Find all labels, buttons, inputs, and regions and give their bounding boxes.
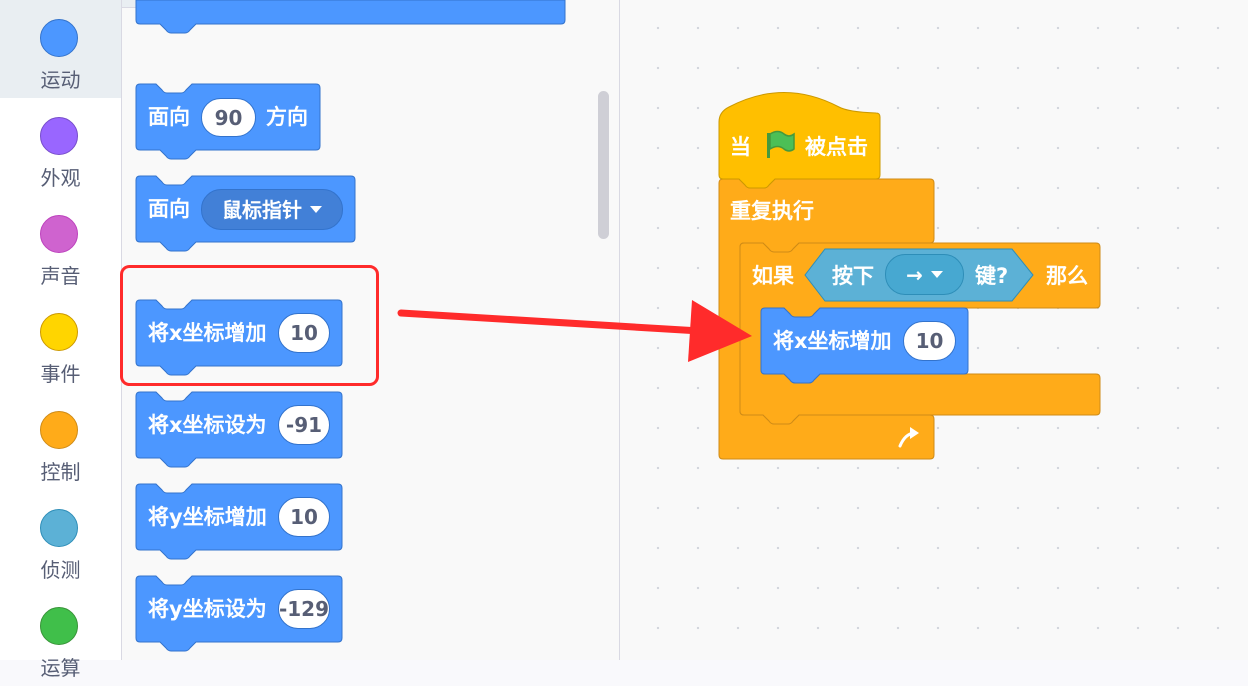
key-pressed-label: 按下 bbox=[832, 264, 874, 288]
category-item[interactable]: 运算 bbox=[0, 588, 121, 686]
category-dot-icon bbox=[40, 117, 78, 155]
hat-label: 当 bbox=[730, 135, 751, 159]
hat-suffix: 被点击 bbox=[805, 135, 868, 159]
key-pressed-suffix: 键? bbox=[975, 264, 1009, 288]
direction-input[interactable]: 90 bbox=[201, 98, 256, 137]
change-x-input[interactable]: 10 bbox=[278, 313, 330, 353]
category-item[interactable]: 事件 bbox=[0, 294, 121, 392]
script-change-x-input[interactable]: 10 bbox=[903, 321, 956, 361]
category-dot-icon bbox=[40, 19, 78, 57]
category-label: 运动 bbox=[40, 68, 81, 92]
block-label: 将x坐标增加 bbox=[148, 321, 267, 345]
chevron-down-icon bbox=[930, 271, 943, 278]
category-dot-icon bbox=[40, 313, 78, 351]
towards-dropdown[interactable]: 鼠标指针 bbox=[201, 189, 343, 230]
category-item[interactable]: 运动 bbox=[0, 0, 121, 98]
category-label: 事件 bbox=[40, 362, 81, 386]
partial-motion-block[interactable] bbox=[135, 0, 566, 34]
block-label: 将y坐标增加 bbox=[148, 505, 267, 529]
category-item[interactable]: 控制 bbox=[0, 392, 121, 490]
block-label: 将x坐标增加 bbox=[773, 329, 892, 353]
annotation-arrow bbox=[397, 300, 752, 362]
category-dot-icon bbox=[40, 607, 78, 645]
category-label: 运算 bbox=[40, 656, 81, 680]
category-dot-icon bbox=[40, 509, 78, 547]
block-label: 面向 bbox=[148, 105, 190, 129]
block-label: 将x坐标设为 bbox=[148, 413, 267, 437]
if-label: 如果 bbox=[752, 264, 794, 288]
chevron-down-icon bbox=[310, 206, 322, 213]
category-label: 外观 bbox=[40, 166, 81, 190]
category-item[interactable]: 声音 bbox=[0, 196, 121, 294]
block-label: 将y坐标设为 bbox=[148, 597, 267, 621]
key-dropdown[interactable]: → bbox=[885, 254, 964, 295]
category-dot-icon bbox=[40, 411, 78, 449]
forever-label: 重复执行 bbox=[730, 199, 814, 223]
block-label: 方向 bbox=[266, 105, 308, 129]
set-y-input[interactable]: -129 bbox=[278, 589, 330, 629]
category-item[interactable]: 侦测 bbox=[0, 490, 121, 588]
category-label: 声音 bbox=[40, 264, 81, 288]
block-label: 面向 bbox=[148, 197, 190, 221]
category-label: 控制 bbox=[40, 460, 81, 484]
set-x-input[interactable]: -91 bbox=[278, 405, 330, 445]
category-item[interactable]: 外观 bbox=[0, 98, 121, 196]
change-y-input[interactable]: 10 bbox=[278, 497, 330, 537]
key-value: → bbox=[906, 262, 923, 287]
category-label: 侦测 bbox=[40, 558, 81, 582]
dropdown-value: 鼠标指针 bbox=[222, 197, 302, 222]
category-dot-icon bbox=[40, 215, 78, 253]
then-label: 那么 bbox=[1046, 264, 1088, 288]
